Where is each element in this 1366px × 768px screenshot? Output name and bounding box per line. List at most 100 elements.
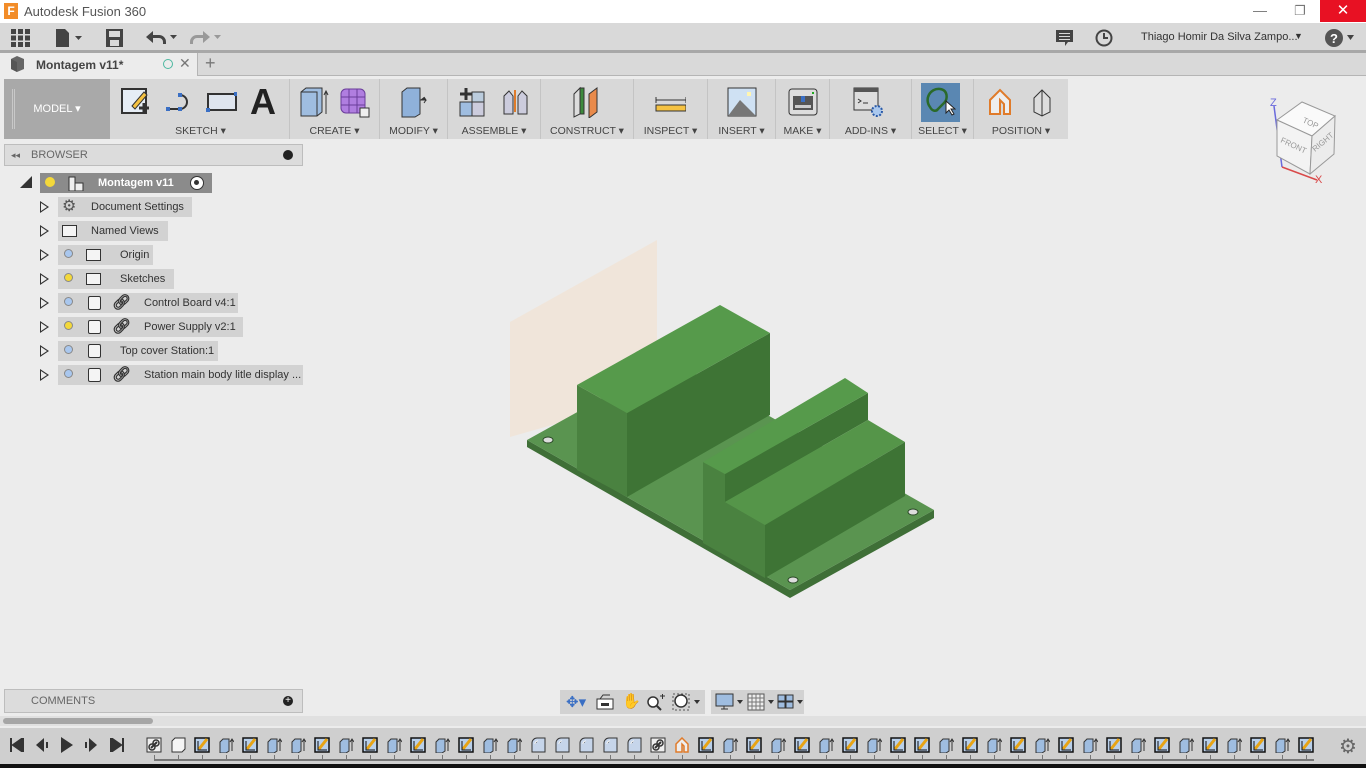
timeline-sketch-icon[interactable] <box>1202 737 1218 753</box>
help-icon[interactable]: ? <box>1325 29 1357 47</box>
construct-menu[interactable]: CONSTRUCT ▾ <box>541 125 633 137</box>
timeline-sketch-icon[interactable] <box>1058 737 1074 753</box>
view-cube[interactable]: Z X TOP FRONT RIGHT <box>1262 92 1362 187</box>
timeline-sketch-icon[interactable] <box>1250 737 1266 753</box>
minimize-panel-icon[interactable] <box>283 150 293 160</box>
timeline-sketch-icon[interactable] <box>914 737 930 753</box>
lightbulb-off-icon[interactable] <box>64 297 73 306</box>
text-icon[interactable]: A <box>250 84 282 120</box>
play-icon[interactable] <box>60 737 74 753</box>
pan-hand-icon[interactable]: ✋ <box>622 692 641 710</box>
collapse-browser-icon[interactable]: ◂◂ <box>11 145 20 165</box>
user-account-menu[interactable]: Thiago Homir Da Silva Zampo... <box>1141 31 1298 43</box>
close-button[interactable]: ✕ <box>1320 0 1366 22</box>
go-to-start-icon[interactable] <box>10 738 24 752</box>
capture-position-icon[interactable] <box>986 86 1018 118</box>
create-menu[interactable]: CREATE ▾ <box>290 125 379 137</box>
timeline-extrude-icon[interactable] <box>434 737 450 753</box>
comments-panel[interactable]: COMMENTS + <box>4 689 303 713</box>
expand-arrow-icon[interactable] <box>40 297 49 309</box>
assemble-menu[interactable]: ASSEMBLE ▾ <box>448 125 540 137</box>
inspect-menu[interactable]: INSPECT ▾ <box>634 125 707 137</box>
save-icon[interactable] <box>106 29 123 47</box>
make-menu[interactable]: MAKE ▾ <box>776 125 829 137</box>
timeline-fillet-icon[interactable] <box>602 737 618 753</box>
orbit-icon[interactable]: ✥▾ <box>566 693 586 711</box>
timeline-box-icon[interactable] <box>170 737 186 753</box>
timeline-extrude-icon[interactable] <box>1274 737 1290 753</box>
timeline-extrude-icon[interactable] <box>938 737 954 753</box>
timeline-extrude-icon[interactable] <box>482 737 498 753</box>
create-sketch-icon[interactable] <box>120 86 152 118</box>
timeline-sketch-icon[interactable] <box>1154 737 1170 753</box>
timeline-extrude-icon[interactable] <box>770 737 786 753</box>
display-settings-icon[interactable] <box>715 693 745 711</box>
timeline-sketch-icon[interactable] <box>890 737 906 753</box>
timeline-extrude-icon[interactable] <box>506 737 522 753</box>
form-tspline-icon[interactable] <box>338 86 370 118</box>
revert-position-icon[interactable] <box>1026 86 1058 118</box>
timeline-sketch-icon[interactable] <box>458 737 474 753</box>
measure-icon[interactable] <box>654 86 686 118</box>
timeline-fillet-icon[interactable] <box>554 737 570 753</box>
insert-image-icon[interactable] <box>726 86 758 118</box>
horizontal-scrollbar[interactable] <box>0 716 1366 726</box>
sketch-menu[interactable]: SKETCH ▾ <box>112 125 289 137</box>
joint-icon[interactable] <box>500 86 532 118</box>
timeline-sketch-icon[interactable] <box>410 737 426 753</box>
lightbulb-on-icon[interactable] <box>64 321 73 330</box>
look-at-icon[interactable] <box>596 694 614 710</box>
job-status-clock-icon[interactable] <box>1095 29 1113 47</box>
timeline-sketch-icon[interactable] <box>746 737 762 753</box>
viewports-icon[interactable] <box>777 693 805 711</box>
timeline-extrude-icon[interactable] <box>1226 737 1242 753</box>
expand-arrow-icon[interactable] <box>40 201 49 213</box>
step-forward-icon[interactable] <box>84 738 98 752</box>
offset-plane-icon[interactable] <box>571 86 603 118</box>
timeline-sketch-icon[interactable] <box>962 737 978 753</box>
lightbulb-on-icon[interactable] <box>64 273 73 282</box>
viewport-3d[interactable] <box>305 140 1366 690</box>
timeline-fillet-icon[interactable] <box>626 737 642 753</box>
timeline-sketch-icon[interactable] <box>194 737 210 753</box>
extrude-icon[interactable] <box>298 86 330 118</box>
timeline-extrude-icon[interactable] <box>1082 737 1098 753</box>
scripts-add-ins-icon[interactable] <box>852 86 884 118</box>
minimize-button[interactable]: — <box>1240 0 1280 23</box>
timeline-extrude-icon[interactable] <box>386 737 402 753</box>
activate-radio-icon[interactable] <box>190 176 204 190</box>
step-back-icon[interactable] <box>35 738 49 752</box>
redo-icon[interactable] <box>190 31 222 45</box>
press-pull-icon[interactable] <box>398 86 430 118</box>
expand-arrow-icon[interactable] <box>40 345 49 357</box>
lightbulb-on-icon[interactable] <box>45 177 55 187</box>
timeline-sketch-icon[interactable] <box>1106 737 1122 753</box>
add-comment-icon[interactable]: + <box>283 696 293 706</box>
expand-arrow-icon[interactable] <box>40 321 49 333</box>
timeline-link-icon[interactable] <box>650 737 666 753</box>
rectangle-icon[interactable] <box>205 86 237 118</box>
expand-arrow-icon[interactable] <box>40 225 49 237</box>
new-tab-button[interactable]: + <box>205 53 216 74</box>
add-ins-menu[interactable]: ADD-INS ▾ <box>830 125 911 137</box>
grid-settings-icon[interactable] <box>747 693 777 711</box>
timeline-extrude-icon[interactable] <box>338 737 354 753</box>
insert-menu[interactable]: INSERT ▾ <box>708 125 775 137</box>
expand-arrow-icon[interactable] <box>40 369 49 381</box>
collapse-root-arrow-icon[interactable] <box>20 176 32 188</box>
data-panel-grid-icon[interactable] <box>11 29 30 47</box>
timeline-extrude-icon[interactable] <box>818 737 834 753</box>
timeline-sketch-icon[interactable] <box>842 737 858 753</box>
timeline-fillet-icon[interactable] <box>530 737 546 753</box>
lightbulb-off-icon[interactable] <box>64 249 73 258</box>
notifications-comment-icon[interactable] <box>1056 30 1073 47</box>
line-arc-icon[interactable] <box>164 86 196 118</box>
timeline-sketch-icon[interactable] <box>314 737 330 753</box>
file-menu-icon[interactable] <box>55 29 85 47</box>
workspace-switcher[interactable]: MODEL ▾ <box>4 79 110 139</box>
new-component-icon[interactable] <box>458 86 490 118</box>
lightbulb-off-icon[interactable] <box>64 345 73 354</box>
toolbar-grip[interactable] <box>12 89 15 129</box>
timeline-settings-gear-icon[interactable]: ⚙ <box>1339 734 1357 759</box>
timeline-extrude-icon[interactable] <box>266 737 282 753</box>
